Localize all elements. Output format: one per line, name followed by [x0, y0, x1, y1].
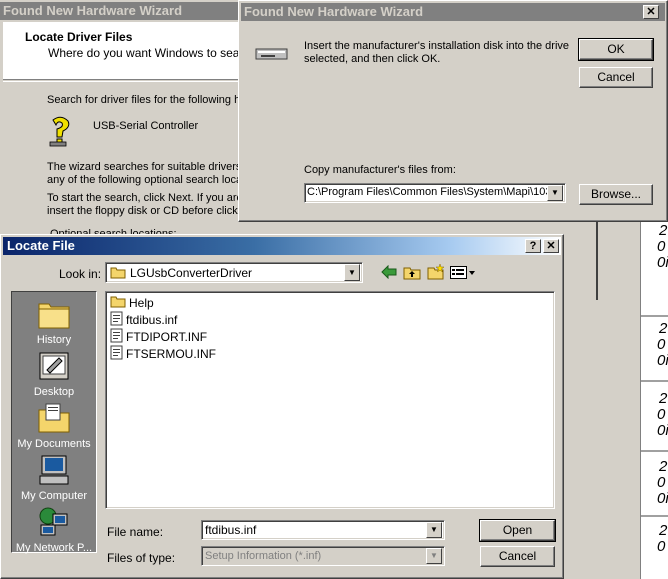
- insert-dialog-title: Found New Hardware Wizard: [244, 4, 424, 19]
- places-my-documents[interactable]: My Documents: [12, 402, 96, 450]
- bg-fragment: 2: [659, 222, 668, 239]
- wizard-header-subtitle: Where do you want Windows to search: [48, 46, 257, 60]
- places-history[interactable]: History: [12, 298, 96, 346]
- wizard-divider: [3, 81, 240, 82]
- cancel-button[interactable]: Cancel: [579, 67, 653, 88]
- look-in-value: LGUsbConverterDriver: [130, 266, 253, 280]
- files-of-type-value: Setup Information (*.inf): [205, 550, 322, 562]
- chevron-down-icon[interactable]: ▼: [547, 185, 563, 201]
- places-my-network-label: My Network P...: [15, 542, 93, 554]
- desktop-icon: [37, 350, 71, 384]
- insert-message-line2: selected, and then click OK.: [304, 53, 441, 65]
- device-name: USB-Serial Controller: [93, 120, 199, 132]
- list-item[interactable]: ftdibus.inf: [110, 311, 178, 329]
- wizard-line1: Search for driver files for the followin…: [47, 94, 247, 106]
- files-of-type-label: Files of type:: [107, 551, 176, 565]
- file-list[interactable]: Help ftdibus.inf FTDIPORT.INF FTSERMOU.I…: [105, 291, 555, 509]
- bg-fragment: 2: [659, 320, 668, 337]
- wizard-header-panel: Locate Driver Files Where do you want Wi…: [3, 22, 256, 80]
- folder-icon: [110, 266, 126, 282]
- bg-fragment: 2: [659, 390, 668, 407]
- places-history-label: History: [36, 334, 72, 346]
- inf-file-icon: [110, 345, 123, 363]
- chevron-down-icon[interactable]: ▼: [426, 522, 442, 538]
- chevron-down-icon[interactable]: ▼: [344, 264, 360, 281]
- file-name: FTDIPORT.INF: [126, 330, 208, 344]
- open-button[interactable]: Open: [479, 519, 556, 542]
- bg-fragment: 0: [657, 406, 666, 423]
- locate-file-dialog: Locate File ? ✕ Look in: LGUsbConverterD…: [0, 234, 564, 579]
- my-computer-icon: [37, 454, 71, 488]
- file-name-value: ftdibus.inf: [205, 523, 257, 537]
- wizard-title: Found New Hardware Wizard: [3, 3, 183, 18]
- copy-path-combobox[interactable]: C:\Program Files\Common Files\System\Map…: [304, 183, 566, 203]
- locate-file-titlebar[interactable]: Locate File: [3, 237, 561, 255]
- inf-file-icon: [110, 328, 123, 346]
- my-documents-icon: [37, 402, 71, 436]
- wizard-para2-line1: To start the search, click Next. If you …: [47, 192, 243, 204]
- file-name-label: File name:: [107, 525, 164, 539]
- disk-drive-icon: [255, 47, 289, 64]
- list-item[interactable]: FTSERMOU.INF: [110, 345, 216, 363]
- view-menu-icon[interactable]: [450, 266, 476, 282]
- wizard-para2-line2: insert the floppy disk or CD before clic…: [47, 205, 247, 217]
- file-name: FTSERMOU.INF: [126, 347, 216, 361]
- file-name: Help: [129, 296, 154, 310]
- look-in-label: Look in:: [59, 267, 102, 281]
- insert-message-line1: Insert the manufacturer's installation d…: [304, 40, 570, 52]
- new-folder-icon[interactable]: [427, 263, 445, 283]
- places-my-network[interactable]: My Network P...: [12, 506, 96, 554]
- question-device-icon: [46, 116, 76, 148]
- files-of-type-combobox[interactable]: Setup Information (*.inf) ▼: [201, 546, 445, 566]
- my-network-places-icon: [37, 506, 71, 540]
- wizard-para1-line1: The wizard searches for suitable drivers: [47, 161, 242, 173]
- list-item[interactable]: FTDIPORT.INF: [110, 328, 208, 346]
- bg-fragment: 0: [657, 238, 666, 255]
- history-icon: [37, 298, 71, 332]
- up-folder-icon[interactable]: [403, 265, 421, 283]
- bg-fragment: 0: [657, 336, 666, 353]
- bg-fragment: 0i: [657, 254, 668, 271]
- places-my-computer[interactable]: My Computer: [12, 454, 96, 502]
- browse-button[interactable]: Browse...: [579, 184, 653, 205]
- ok-button[interactable]: OK: [578, 38, 654, 61]
- places-bar: History Desktop My Documents My Computer…: [11, 291, 97, 554]
- places-desktop-label: Desktop: [33, 386, 75, 398]
- chevron-down-icon[interactable]: ▼: [426, 548, 442, 564]
- locate-cancel-button[interactable]: Cancel: [480, 546, 555, 567]
- list-item[interactable]: Help: [110, 295, 154, 311]
- bg-fragment: 0i: [657, 352, 668, 369]
- wizard-edge: [596, 220, 598, 300]
- places-my-documents-label: My Documents: [17, 438, 91, 450]
- bg-fragment: 0i: [657, 490, 668, 507]
- bg-fragment: 2: [659, 522, 668, 539]
- copy-from-label: Copy manufacturer's files from:: [304, 164, 456, 176]
- look-in-combobox[interactable]: LGUsbConverterDriver ▼: [105, 262, 363, 283]
- bg-fragment: 0: [657, 474, 666, 491]
- bg-fragment: 2: [659, 458, 668, 475]
- copy-path-value: C:\Program Files\Common Files\System\Map…: [307, 186, 547, 198]
- background-window-strip: 2 0 0i 2 0 0i 2 0 0i 2 0 0i 2 0: [640, 200, 668, 579]
- bg-fragment: 0i: [657, 422, 668, 439]
- close-button[interactable]: ✕: [543, 239, 559, 253]
- wizard-header-title: Locate Driver Files: [25, 30, 133, 44]
- insert-dialog-close-button[interactable]: ✕: [643, 5, 659, 19]
- locate-file-title: Locate File: [7, 238, 75, 253]
- help-button[interactable]: ?: [525, 239, 541, 253]
- places-my-computer-label: My Computer: [20, 490, 88, 502]
- places-desktop[interactable]: Desktop: [12, 350, 96, 398]
- back-icon[interactable]: [381, 264, 397, 282]
- insert-dialog-titlebar[interactable]: Found New Hardware Wizard: [241, 3, 665, 21]
- insert-disk-dialog: Found New Hardware Wizard ✕ Insert the m…: [238, 0, 668, 222]
- file-name: ftdibus.inf: [126, 313, 178, 327]
- folder-icon: [110, 295, 126, 311]
- wizard-para1-line2: any of the following optional search loc…: [47, 174, 243, 186]
- bg-fragment: 0: [657, 538, 666, 555]
- wizard-titlebar[interactable]: Found New Hardware Wizard: [0, 2, 240, 20]
- file-name-combobox[interactable]: ftdibus.inf ▼: [201, 520, 445, 540]
- inf-file-icon: [110, 311, 123, 329]
